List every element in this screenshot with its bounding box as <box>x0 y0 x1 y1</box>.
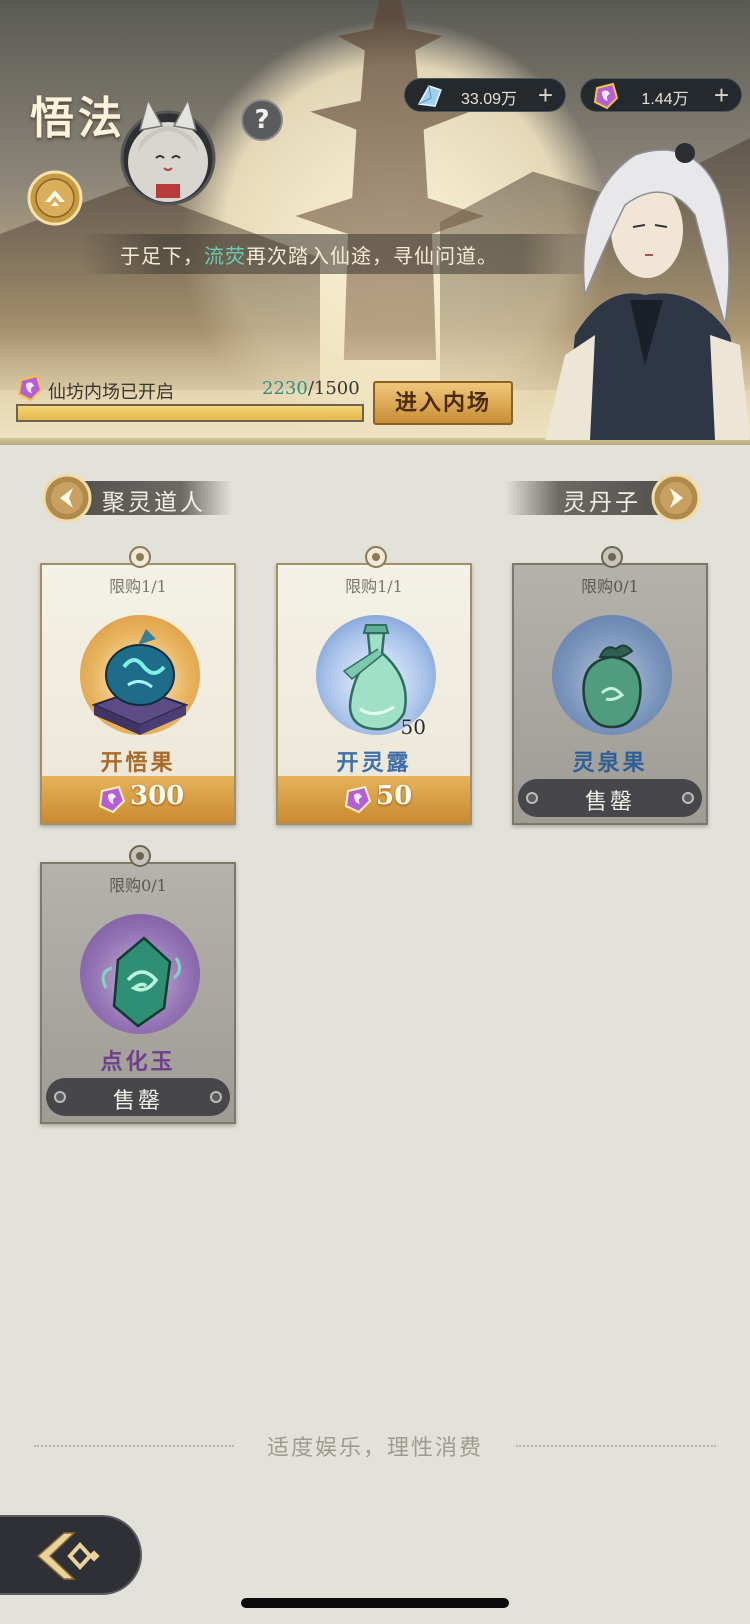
spirit-coin-icon <box>98 785 126 814</box>
enter-inner-market-button[interactable]: 进入内场 <box>373 381 513 425</box>
help-button[interactable]: ? <box>241 99 283 141</box>
spirit-coin-icon <box>344 785 372 814</box>
card-ornament-icon <box>129 546 151 568</box>
next-merchant-button[interactable]: 灵丹子 <box>505 473 705 523</box>
arrow-right-icon <box>651 473 701 523</box>
item-name: 开灵露 <box>336 750 412 776</box>
progress-label: 仙坊内场已开启 <box>48 382 174 403</box>
item-price: 50 <box>376 781 413 811</box>
currency-spirit-coin: 1.44万 + <box>580 78 742 112</box>
buy-button[interactable]: 50 <box>278 776 470 823</box>
card-ornament-icon <box>601 546 623 568</box>
crystal-icon <box>417 85 442 107</box>
spirit-coin-icon <box>17 374 43 402</box>
add-spirit-coin-button[interactable]: + <box>714 80 729 111</box>
home-indicator <box>241 1598 509 1608</box>
card-ornament-icon <box>129 845 151 867</box>
buy-button[interactable]: 300 <box>42 776 234 823</box>
progress-fill <box>18 406 362 420</box>
sold-out-badge: 售罄 <box>46 1078 230 1116</box>
greeting-text: 于足下，流荧再次踏入仙途，寻仙问道。 <box>120 244 498 268</box>
purchase-limit: 限购1/1 <box>345 577 403 596</box>
card-ornament-icon <box>365 546 387 568</box>
sold-out-badge: 售罄 <box>518 779 702 817</box>
spirit-coin-icon <box>593 82 619 110</box>
item-quantity: 50 <box>400 715 426 739</box>
back-arrow-icon <box>36 1532 100 1580</box>
progress-value: 2230/1500 <box>262 378 360 399</box>
shop-item-card[interactable]: 限购1/1 50 开灵露 50 <box>276 546 472 825</box>
arrow-left-icon <box>42 473 92 523</box>
player-name: 流荧 <box>204 244 246 268</box>
moderation-notice: 适度娱乐，理性消费 <box>266 1436 483 1461</box>
back-button[interactable] <box>0 1515 142 1595</box>
expand-button[interactable] <box>27 170 83 226</box>
merchant-portrait <box>545 143 750 440</box>
item-name: 灵泉果 <box>572 750 648 776</box>
spring-fruit-icon <box>582 644 642 729</box>
prev-merchant-button[interactable]: 聚灵道人 <box>42 473 232 523</box>
purchase-limit: 限购0/1 <box>109 876 167 895</box>
currency-crystal: 33.09万 + <box>404 78 566 112</box>
add-crystal-button[interactable]: + <box>538 80 553 111</box>
npc-avatar[interactable] <box>118 92 218 210</box>
progress-bar <box>16 404 364 422</box>
item-name: 开悟果 <box>100 750 176 776</box>
page-title: 悟法 <box>30 93 126 144</box>
purchase-limit: 限购1/1 <box>109 577 167 596</box>
item-name: 点化玉 <box>100 1049 176 1075</box>
item-price: 300 <box>130 781 185 811</box>
purchase-limit: 限购0/1 <box>581 577 639 596</box>
shop-item-card[interactable]: 限购1/1 开悟果 300 <box>40 546 236 825</box>
enlightenment-fruit-icon <box>91 629 189 735</box>
shop-item-card[interactable]: 限购0/1 灵泉果 售罄 <box>512 546 708 825</box>
transmutation-jade-icon <box>101 936 181 1028</box>
shop-item-card[interactable]: 限购0/1 点化玉 售罄 <box>40 845 236 1124</box>
